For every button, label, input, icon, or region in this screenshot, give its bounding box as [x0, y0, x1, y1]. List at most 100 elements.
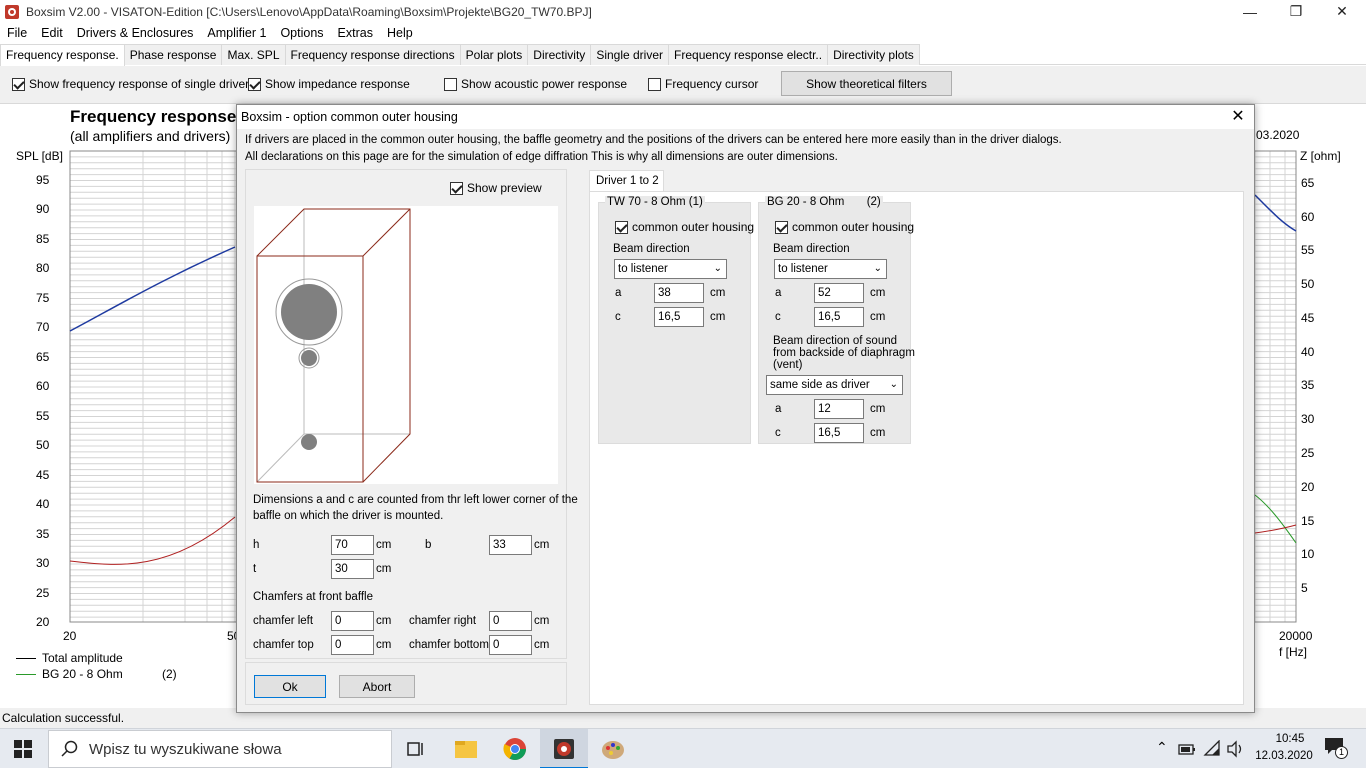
- battery-icon[interactable]: [1178, 741, 1196, 757]
- menu-options[interactable]: Options: [273, 26, 330, 40]
- z-tick: 50: [1301, 277, 1315, 291]
- y-tick: 80: [36, 261, 50, 275]
- tab-frequency-response-electr[interactable]: Frequency response electr..: [668, 44, 829, 65]
- t-label: t: [253, 563, 257, 575]
- taskbar: Wpisz tu wyszukiwane słowa ⌃ 10:45 12.03…: [0, 728, 1366, 768]
- show-theoretical-filters-button[interactable]: Show theoretical filters: [781, 71, 952, 96]
- tab-driver-1-to-2[interactable]: Driver 1 to 2: [589, 170, 664, 192]
- vent-c-input[interactable]: 16,5: [814, 423, 864, 443]
- impedance-checkbox[interactable]: Show impedance response: [248, 77, 410, 91]
- wifi-icon[interactable]: [1203, 740, 1221, 758]
- menu-edit[interactable]: Edit: [34, 26, 70, 40]
- single-driver-checkbox[interactable]: Show frequency response of single driver: [12, 77, 249, 91]
- chamfer-left-label: chamfer left: [253, 615, 314, 627]
- tray-chevron-up-icon[interactable]: ⌃: [1156, 739, 1168, 756]
- dialog-buttons-panel: Ok Abort: [245, 662, 567, 705]
- clock-date[interactable]: 12.03.2020: [1252, 750, 1316, 762]
- chevron-down-icon: ⌄: [713, 263, 722, 274]
- windows-start-icon[interactable]: [14, 740, 32, 758]
- chamfer-top-input[interactable]: 0: [331, 635, 374, 655]
- b-input[interactable]: 33: [489, 535, 532, 555]
- menu-extras[interactable]: Extras: [331, 26, 380, 40]
- view-tabs: Frequency response. Phase response Max. …: [0, 44, 1366, 66]
- driver-2-housing-checkbox[interactable]: common outer housing: [775, 220, 914, 234]
- y-tick: 40: [36, 497, 50, 511]
- b-label: b: [425, 539, 432, 551]
- ok-button[interactable]: Ok: [254, 675, 326, 698]
- chamfer-right-input[interactable]: 0: [489, 611, 532, 631]
- z-tick: 60: [1301, 210, 1315, 224]
- tab-single-driver[interactable]: Single driver: [590, 44, 670, 65]
- driver-1-beam-label: Beam direction: [613, 243, 690, 255]
- driver-1-housing-checkbox[interactable]: common outer housing: [615, 220, 754, 234]
- y-tick: 65: [36, 350, 50, 364]
- driver-2-group: BG 20 - 8 Ohm (2) common outer housing B…: [758, 196, 915, 444]
- y-tick: 35: [36, 527, 50, 541]
- file-explorer-icon[interactable]: [454, 738, 478, 760]
- vent-a-input[interactable]: 12: [814, 399, 864, 419]
- restore-icon[interactable]: ❐: [1273, 0, 1319, 23]
- z-tick: 45: [1301, 311, 1315, 325]
- menu-bar: File Edit Drivers & Enclosures Amplifier…: [0, 23, 1366, 43]
- unit-label: cm: [870, 427, 886, 439]
- taskbar-boxsim-active[interactable]: [540, 729, 588, 768]
- tab-directivity-plots[interactable]: Directivity plots: [827, 44, 920, 65]
- paint-icon[interactable]: [601, 737, 627, 761]
- x-axis-label: f [Hz]: [1279, 645, 1308, 659]
- y-tick: 20: [36, 615, 50, 629]
- minimize-icon[interactable]: —: [1227, 0, 1273, 23]
- driver-1-beam-select[interactable]: to listener ⌄: [614, 259, 727, 279]
- show-preview-checkbox[interactable]: Show preview: [450, 181, 542, 195]
- driver-2-beam-select[interactable]: to listener ⌄: [774, 259, 887, 279]
- search-icon: [61, 740, 78, 757]
- acoustic-power-checkbox[interactable]: Show acoustic power response: [444, 77, 627, 91]
- tab-max-spl[interactable]: Max. SPL: [221, 44, 286, 65]
- tab-phase-response[interactable]: Phase response: [123, 44, 223, 65]
- dialog-title: Boxsim - option common outer housing: [237, 105, 1254, 129]
- y-tick: 70: [36, 320, 50, 334]
- z-tick: 55: [1301, 243, 1315, 257]
- title-bar: Boxsim V2.00 - VISATON-Edition [C:\Users…: [0, 0, 1366, 23]
- tab-frequency-response-directions[interactable]: Frequency response directions: [284, 44, 461, 65]
- housing-panel: Show preview Dimensions a and c are coun…: [245, 169, 578, 659]
- close-icon[interactable]: ✕: [1319, 0, 1365, 23]
- t-input[interactable]: 30: [331, 559, 374, 579]
- volume-icon[interactable]: [1226, 740, 1246, 758]
- z-tick: 25: [1301, 446, 1315, 460]
- tab-directivity[interactable]: Directivity: [527, 44, 592, 65]
- notifications-icon[interactable]: 1: [1324, 737, 1348, 759]
- boxsim-app-icon: [5, 4, 19, 19]
- frequency-cursor-checkbox[interactable]: Frequency cursor: [648, 77, 758, 91]
- menu-help[interactable]: Help: [380, 26, 420, 40]
- driver-2-c-input[interactable]: 16,5: [814, 307, 864, 327]
- menu-amplifier[interactable]: Amplifier 1: [200, 26, 273, 40]
- z-tick: 20: [1301, 480, 1315, 494]
- clock-time[interactable]: 10:45: [1265, 733, 1315, 745]
- z-tick: 10: [1301, 547, 1315, 561]
- tab-polar-plots[interactable]: Polar plots: [459, 44, 529, 65]
- dialog-close-icon[interactable]: ✕: [1226, 105, 1250, 129]
- task-view-icon[interactable]: [406, 740, 426, 758]
- driver-1-a-label: a: [615, 287, 622, 299]
- menu-drivers-enclosures[interactable]: Drivers & Enclosures: [70, 26, 201, 40]
- chamfer-left-input[interactable]: 0: [331, 611, 374, 631]
- driver-tab-content: TW 70 - 8 Ohm (1) common outer housing B…: [589, 191, 1244, 705]
- driver-1-c-input[interactable]: 16,5: [654, 307, 704, 327]
- chamfer-bottom-input[interactable]: 0: [489, 635, 532, 655]
- tab-frequency-response[interactable]: Frequency response.: [0, 44, 125, 66]
- driver-2-a-label: a: [775, 287, 782, 299]
- driver-1-a-input[interactable]: 38: [654, 283, 704, 303]
- y-tick: 30: [36, 556, 50, 570]
- backside-beam-select[interactable]: same side as driver ⌄: [766, 375, 903, 395]
- dialog-info-line-1: If drivers are placed in the common oute…: [245, 134, 1062, 146]
- chamfer-right-label: chamfer right: [409, 615, 477, 627]
- housing-preview: [254, 206, 558, 484]
- menu-file[interactable]: File: [0, 26, 34, 40]
- z-tick: 15: [1301, 514, 1315, 528]
- abort-button[interactable]: Abort: [339, 675, 415, 698]
- chrome-icon[interactable]: [503, 737, 527, 761]
- unit-label: cm: [534, 539, 550, 551]
- taskbar-search[interactable]: Wpisz tu wyszukiwane słowa: [48, 730, 392, 768]
- h-input[interactable]: 70: [331, 535, 374, 555]
- driver-2-a-input[interactable]: 52: [814, 283, 864, 303]
